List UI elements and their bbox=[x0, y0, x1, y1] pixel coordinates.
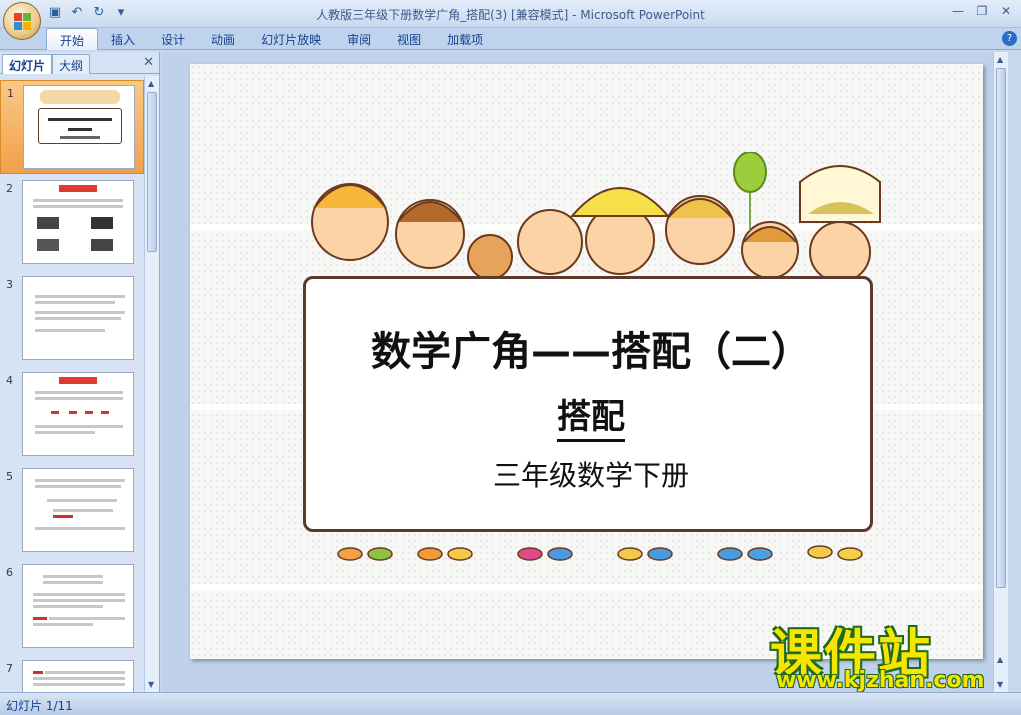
scroll-down-icon[interactable]: ▼ bbox=[148, 680, 154, 689]
children-illustration bbox=[311, 152, 881, 283]
panel-scroll-thumb[interactable] bbox=[147, 92, 157, 252]
panel-scrollbar[interactable]: ▲ ▼ bbox=[144, 76, 159, 692]
maximize-icon[interactable]: ❐ bbox=[973, 3, 991, 19]
office-logo-icon bbox=[14, 13, 32, 31]
thumbnail-preview bbox=[22, 564, 134, 648]
slide-scroll-thumb[interactable] bbox=[996, 68, 1006, 588]
office-button[interactable] bbox=[3, 2, 41, 40]
ribbon: 开始 插入 设计 动画 幻灯片放映 审阅 视图 加载项 ? bbox=[0, 28, 1021, 50]
watermark-url: www.kjzhan.com bbox=[776, 668, 985, 693]
thumbnail-preview bbox=[22, 276, 134, 360]
tab-view[interactable]: 视图 bbox=[384, 28, 434, 50]
children-feet-illustration bbox=[337, 545, 863, 561]
slide-scrollbar[interactable]: ▲ ▲ ▼ bbox=[993, 52, 1008, 692]
scroll-up-icon[interactable]: ▲ bbox=[997, 55, 1003, 64]
undo-icon[interactable]: ↶ bbox=[68, 4, 86, 22]
status-bar: 幻灯片 1/11 bbox=[0, 692, 1021, 715]
slide-thumbnail[interactable]: 7 bbox=[0, 656, 144, 692]
ribbon-tabs: 开始 插入 设计 动画 幻灯片放映 审阅 视图 加载项 bbox=[46, 28, 496, 50]
tab-design[interactable]: 设计 bbox=[148, 28, 198, 50]
tab-review[interactable]: 审阅 bbox=[334, 28, 384, 50]
watermark-logo: 课件站 www.kjzhan.com bbox=[770, 612, 1010, 693]
panel-tabs: 幻灯片 大纲 ✕ bbox=[0, 52, 160, 74]
slide-thumbnail[interactable]: 4 bbox=[0, 368, 144, 462]
thumbnail-number: 5 bbox=[6, 470, 13, 483]
tab-insert[interactable]: 插入 bbox=[98, 28, 148, 50]
tab-addins[interactable]: 加载项 bbox=[434, 28, 496, 50]
slide-thumbnail[interactable]: 3 bbox=[0, 272, 144, 366]
thumbnail-preview bbox=[22, 372, 134, 456]
scroll-up-icon[interactable]: ▲ bbox=[148, 79, 154, 88]
thumbnail-number: 6 bbox=[6, 566, 13, 579]
thumbnail-number: 2 bbox=[6, 182, 13, 195]
redo-icon[interactable]: ↻ bbox=[90, 4, 108, 22]
thumbnail-number: 4 bbox=[6, 374, 13, 387]
thumbnail-preview bbox=[22, 180, 134, 264]
minimize-icon[interactable]: — bbox=[949, 3, 967, 19]
slide-thumbnail[interactable]: 6 bbox=[0, 560, 144, 654]
slide-indicator: 幻灯片 1/11 bbox=[6, 699, 73, 713]
slide-thumbnail[interactable]: 1 bbox=[0, 80, 144, 174]
slide-thumbnail[interactable]: 2 bbox=[0, 176, 144, 270]
customize-icon[interactable]: ▾ bbox=[112, 4, 130, 22]
slide-title[interactable]: 数学广角——搭配（二） bbox=[306, 319, 876, 377]
title-bar: 人教版三年级下册数学广角_搭配(3) [兼容模式] - Microsoft Po… bbox=[0, 0, 1021, 28]
close-icon[interactable]: ✕ bbox=[143, 55, 154, 70]
thumbnail-number: 1 bbox=[7, 87, 14, 100]
slide-editor: 数学广角——搭配（二） 搭配 三年级数学下册 ▲ ▲ ▼ bbox=[162, 52, 1008, 692]
help-icon[interactable]: ? bbox=[1002, 31, 1017, 46]
thumbnail-number: 7 bbox=[6, 662, 13, 675]
slide-canvas[interactable]: 数学广角——搭配（二） 搭配 三年级数学下册 bbox=[190, 64, 983, 659]
thumbnail-preview bbox=[22, 468, 134, 552]
close-icon[interactable]: ✕ bbox=[997, 3, 1015, 19]
slide-grade-text[interactable]: 三年级数学下册 bbox=[306, 454, 876, 494]
tab-slides[interactable]: 幻灯片 bbox=[2, 54, 53, 74]
title-card[interactable]: 数学广角——搭配（二） 搭配 三年级数学下册 bbox=[303, 276, 873, 532]
slide-thumbnail[interactable]: 5 bbox=[0, 464, 144, 558]
tab-outline[interactable]: 大纲 bbox=[52, 54, 91, 74]
window-title: 人教版三年级下册数学广角_搭配(3) [兼容模式] - Microsoft Po… bbox=[316, 8, 705, 22]
thumbnail-number: 3 bbox=[6, 278, 13, 291]
thumbnail-list: 1 2 3 4 5 6 7 bbox=[0, 76, 144, 692]
slides-panel: 幻灯片 大纲 ✕ 1 2 3 4 5 6 7 ▲ ▼ bbox=[0, 52, 160, 692]
slide-subtitle[interactable]: 搭配 bbox=[306, 389, 876, 442]
save-icon[interactable]: ▣ bbox=[46, 4, 64, 22]
tab-animation[interactable]: 动画 bbox=[198, 28, 248, 50]
tab-home[interactable]: 开始 bbox=[46, 28, 99, 50]
window-controls: — ❐ ✕ bbox=[949, 3, 1015, 19]
tab-slideshow[interactable]: 幻灯片放映 bbox=[248, 28, 334, 50]
quick-access-toolbar: ▣ ↶ ↻ ▾ bbox=[46, 4, 130, 22]
thumbnail-preview bbox=[23, 85, 135, 169]
thumbnail-preview bbox=[22, 660, 134, 692]
